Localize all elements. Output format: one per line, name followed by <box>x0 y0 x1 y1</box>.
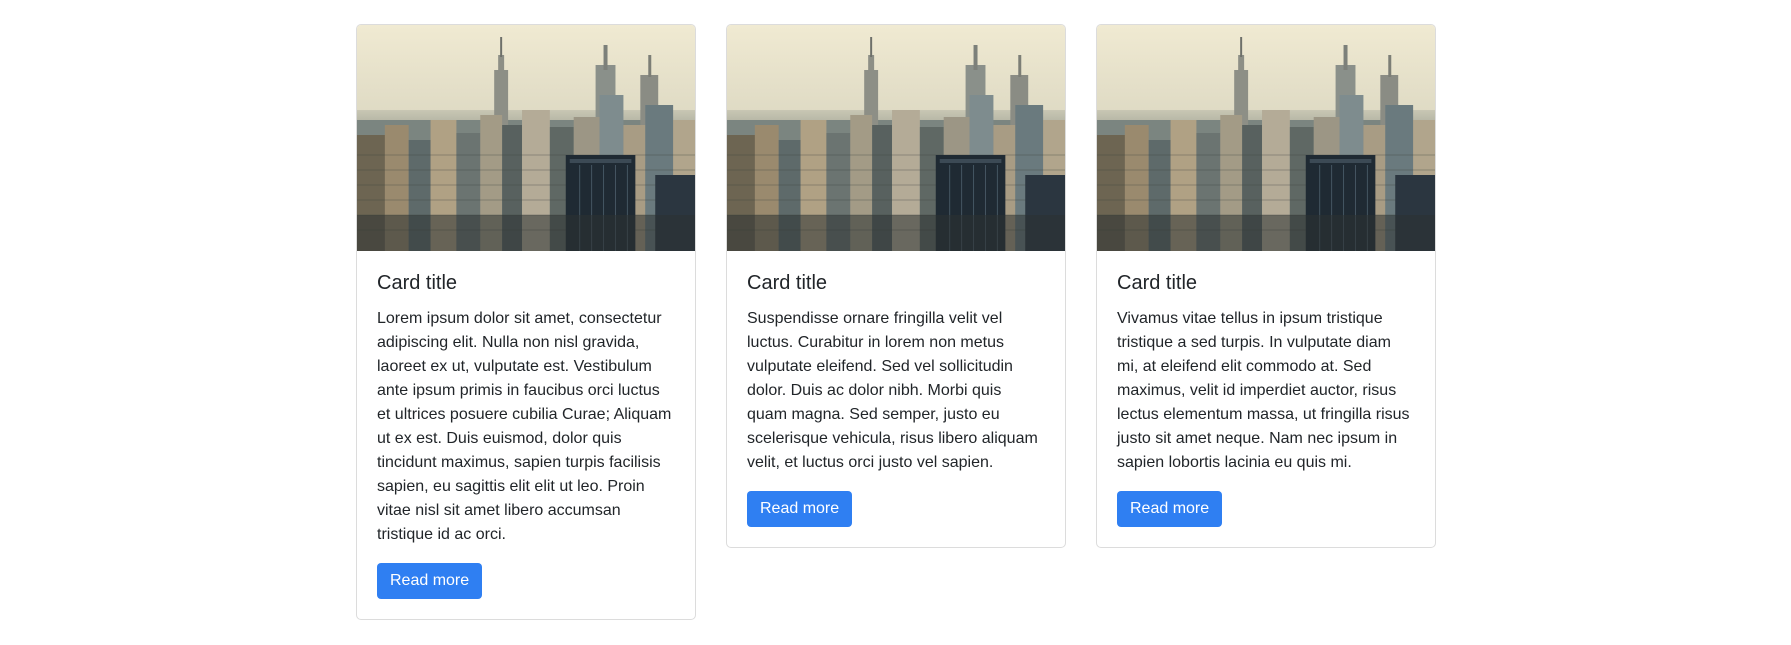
card-body: Card title Lorem ipsum dolor sit amet, c… <box>357 251 695 619</box>
card-2: Card title Suspendisse ornare fringilla … <box>726 24 1066 548</box>
card-text: Suspendisse ornare fringilla velit vel l… <box>747 310 1038 471</box>
read-more-button[interactable]: Read more <box>377 563 483 599</box>
card-image <box>357 25 695 251</box>
card-title: Card title <box>377 272 458 294</box>
card-title: Card title <box>747 272 828 294</box>
card-body: Card title Suspendisse ornare fringilla … <box>727 251 1065 547</box>
card-3: Card title Vivamus vitae tellus in ipsum… <box>1096 24 1436 548</box>
read-more-button[interactable]: Read more <box>1117 491 1223 527</box>
card-title: Card title <box>1117 272 1198 294</box>
card-image <box>727 25 1065 251</box>
card-text: Vivamus vitae tellus in ipsum tristique … <box>1117 310 1410 471</box>
card-row: Card title Lorem ipsum dolor sit amet, c… <box>356 24 1436 620</box>
card-body: Card title Vivamus vitae tellus in ipsum… <box>1097 251 1435 547</box>
card-1: Card title Lorem ipsum dolor sit amet, c… <box>356 24 696 620</box>
read-more-button[interactable]: Read more <box>747 491 853 527</box>
card-image <box>1097 25 1435 251</box>
card-text: Lorem ipsum dolor sit amet, consectetur … <box>377 310 672 543</box>
